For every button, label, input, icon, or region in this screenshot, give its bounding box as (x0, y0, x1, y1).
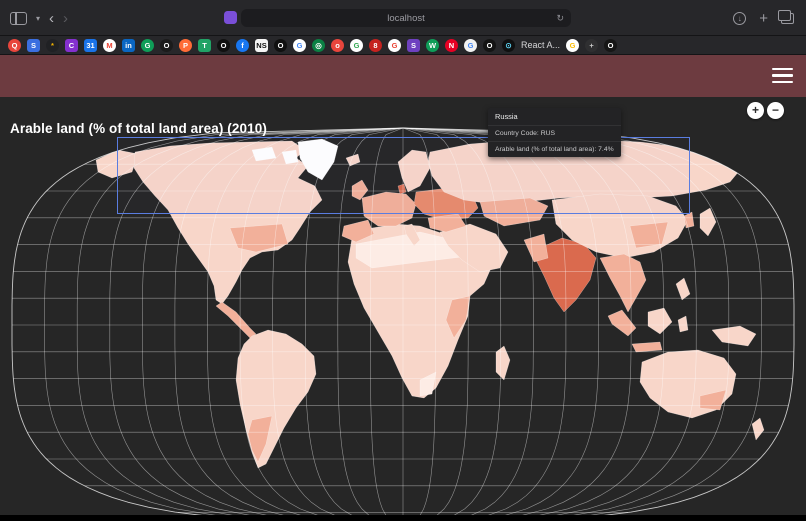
tooltip-country-code: Country Code: RUS (488, 125, 621, 141)
bookmark-favicon[interactable]: 8 (369, 39, 382, 52)
bookmark-favicon[interactable]: G (350, 39, 363, 52)
island-borneo[interactable] (648, 308, 672, 334)
bookmark-favicon[interactable]: ⊙ (502, 39, 515, 52)
reload-icon[interactable]: ↻ (556, 13, 564, 24)
bookmark-favicon[interactable]: G (566, 39, 579, 52)
bookmark-favicon[interactable]: N (445, 39, 458, 52)
bookmark-favicon[interactable]: O (274, 39, 287, 52)
country-madagascar[interactable] (496, 346, 510, 380)
bookmark-favicon[interactable]: ◎ (312, 39, 325, 52)
bookmark-label[interactable]: React A... (521, 40, 560, 50)
bookmark-favicon[interactable]: O (160, 39, 173, 52)
forward-button[interactable]: › (63, 11, 68, 26)
zoom-out-button[interactable]: − (767, 102, 784, 119)
island-java[interactable] (632, 342, 662, 352)
bookmark-favicon[interactable]: o (331, 39, 344, 52)
bookmark-favicon[interactable]: M (103, 39, 116, 52)
tab-overview-icon[interactable] (781, 13, 794, 24)
bookmark-favicon[interactable]: T (198, 39, 211, 52)
bookmark-favicon[interactable]: 31 (84, 39, 97, 52)
back-button[interactable]: ‹ (49, 11, 54, 26)
bookmark-favicon[interactable]: O (483, 39, 496, 52)
bookmark-favicon[interactable]: O (604, 39, 617, 52)
tooltip-country-name: Russia (488, 108, 621, 125)
bookmark-favicon[interactable]: Q (8, 39, 21, 52)
extension-icon[interactable] (224, 11, 237, 24)
bookmark-favicon[interactable]: G (293, 39, 306, 52)
new-tab-icon[interactable]: + (759, 11, 768, 26)
island-new-guinea[interactable] (712, 326, 756, 346)
download-icon[interactable]: ↓ (733, 12, 746, 25)
sidebar-toggle-icon[interactable] (10, 12, 27, 25)
island-sulawesi[interactable] (678, 316, 688, 332)
bookmark-favicon[interactable]: G (388, 39, 401, 52)
bookmark-favicon[interactable]: O (217, 39, 230, 52)
browser-titlebar: ▾ ‹ › localhost ↻ ↓ + (0, 0, 806, 36)
window-bottom-edge (0, 515, 806, 521)
region-se-asia[interactable] (600, 254, 646, 312)
tooltip-value: Arable land (% of total land area): 7.4% (488, 141, 621, 157)
bookmark-favicon[interactable]: NS (255, 39, 268, 52)
country-new-zealand[interactable] (752, 418, 764, 440)
zoom-in-button[interactable]: + (747, 102, 764, 119)
bookmark-favicon[interactable]: G (141, 39, 154, 52)
bookmark-favicon[interactable]: * (46, 39, 59, 52)
region-central-america[interactable] (216, 302, 256, 338)
bookmark-favicon[interactable]: C (65, 39, 78, 52)
map-tooltip: Russia Country Code: RUS Arable land (% … (488, 108, 621, 157)
country-pakistan[interactable] (524, 234, 548, 262)
country-philippines[interactable] (676, 278, 690, 300)
url-text: localhost (387, 13, 425, 24)
bookmark-favicon[interactable]: in (122, 39, 135, 52)
bookmark-favicon[interactable]: + (585, 39, 598, 52)
chevron-down-icon[interactable]: ▾ (36, 14, 40, 23)
bookmark-favicon[interactable]: W (426, 39, 439, 52)
bookmark-favicon[interactable]: S (27, 39, 40, 52)
address-bar[interactable]: localhost ↻ (241, 9, 571, 27)
bookmark-favicon[interactable]: f (236, 39, 249, 52)
country-australia[interactable] (640, 350, 736, 418)
hamburger-menu-icon[interactable] (772, 68, 793, 83)
app-header (0, 55, 806, 97)
bookmark-favicon[interactable]: S (407, 39, 420, 52)
bookmark-favicon[interactable]: G (464, 39, 477, 52)
page-title: Arable land (% of total land area) (2010… (10, 121, 267, 136)
country-south-america[interactable] (236, 330, 316, 468)
bookmarks-bar: QS*C31MinGOPTOfNSOG◎oG8GSWNGO⊙React A...… (0, 36, 806, 55)
bookmark-favicon[interactable]: P (179, 39, 192, 52)
island-sumatra[interactable] (608, 310, 636, 336)
